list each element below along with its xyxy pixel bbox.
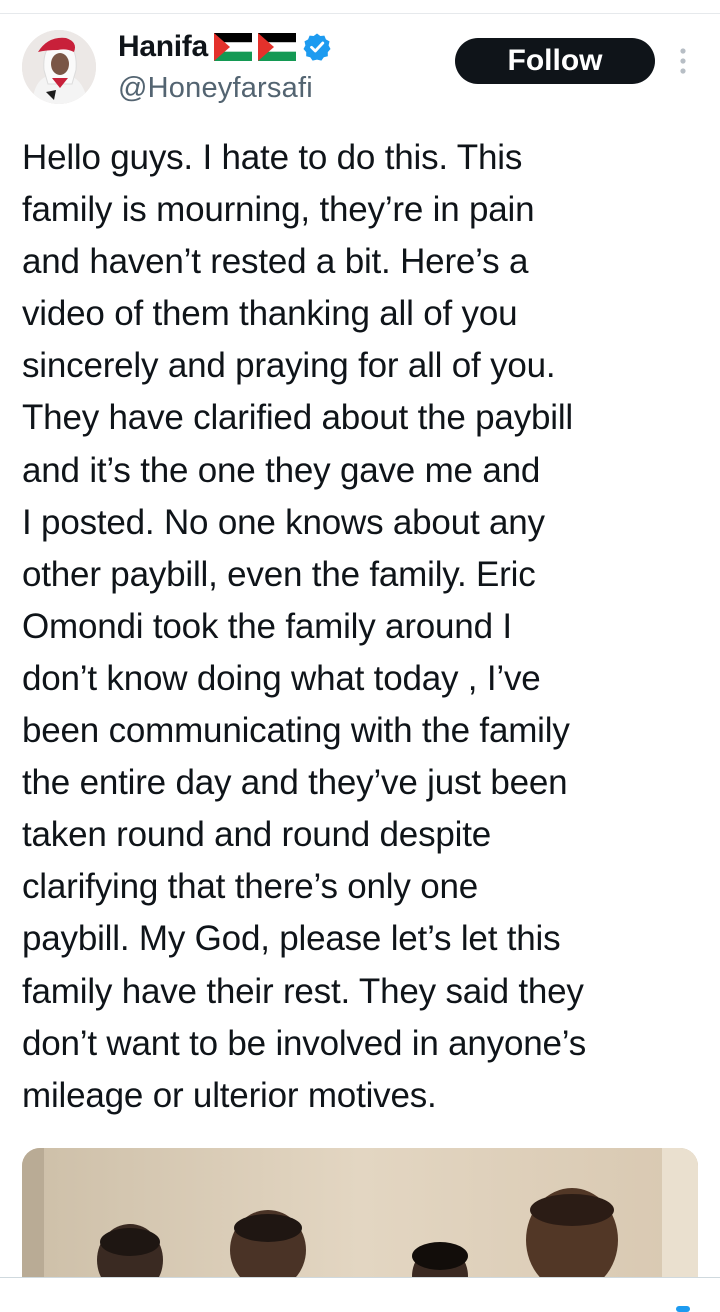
tweet-line: taken round and round despite (22, 815, 492, 855)
tweet-line: Omondi took the family around I (22, 606, 512, 646)
top-divider (0, 13, 720, 14)
tweet-line: paybill. My God, please let’s let this (22, 919, 561, 959)
palestine-flag-icon (257, 33, 296, 61)
tweet-line: the entire day and they’ve just been (22, 763, 568, 803)
tweet-line: Hello guys. I hate to do this. This (22, 138, 523, 177)
tweet-line: mileage or ulterior motives. (22, 1075, 437, 1115)
tweet-text: Hello guys. I hate to do this. This fami… (22, 132, 702, 1122)
follow-button[interactable]: Follow (455, 38, 655, 84)
bottom-bar (0, 1278, 720, 1312)
author-name[interactable]: Hanifa (118, 30, 208, 64)
tweet-line: other paybill, even the family. Eric (22, 554, 536, 594)
tweet-line: family is mourning, they’re in pain (22, 190, 535, 230)
author-name-row[interactable]: Hanifa (118, 27, 332, 67)
more-vertical-icon[interactable] (672, 44, 694, 78)
tweet-line: I posted. No one knows about any (22, 502, 545, 542)
tweet-line: don’t want to be involved in anyone’s (22, 1023, 587, 1063)
tweet-line: clarifying that there’s only one (22, 867, 478, 907)
tweet-line: and haven’t rested a bit. Here’s a (22, 242, 529, 282)
palestine-flag-icon (213, 33, 252, 61)
author-handle[interactable]: @Honeyfarsafi (118, 72, 313, 105)
scroll-indicator-icon (676, 1306, 690, 1312)
avatar[interactable] (22, 30, 96, 104)
tweet-line: been communicating with the family (22, 711, 570, 751)
tweet-line: and it’s the one they gave me and (22, 450, 541, 490)
verified-badge-icon (303, 33, 331, 61)
tweet-line: don’t know doing what today , I’ve (22, 658, 541, 698)
tweet-line: family have their rest. They said they (22, 971, 584, 1011)
tweet-line: video of them thanking all of you (22, 294, 518, 334)
tweet-line: They have clarified about the paybill (22, 398, 573, 438)
tweet-line: sincerely and praying for all of you. (22, 346, 556, 386)
